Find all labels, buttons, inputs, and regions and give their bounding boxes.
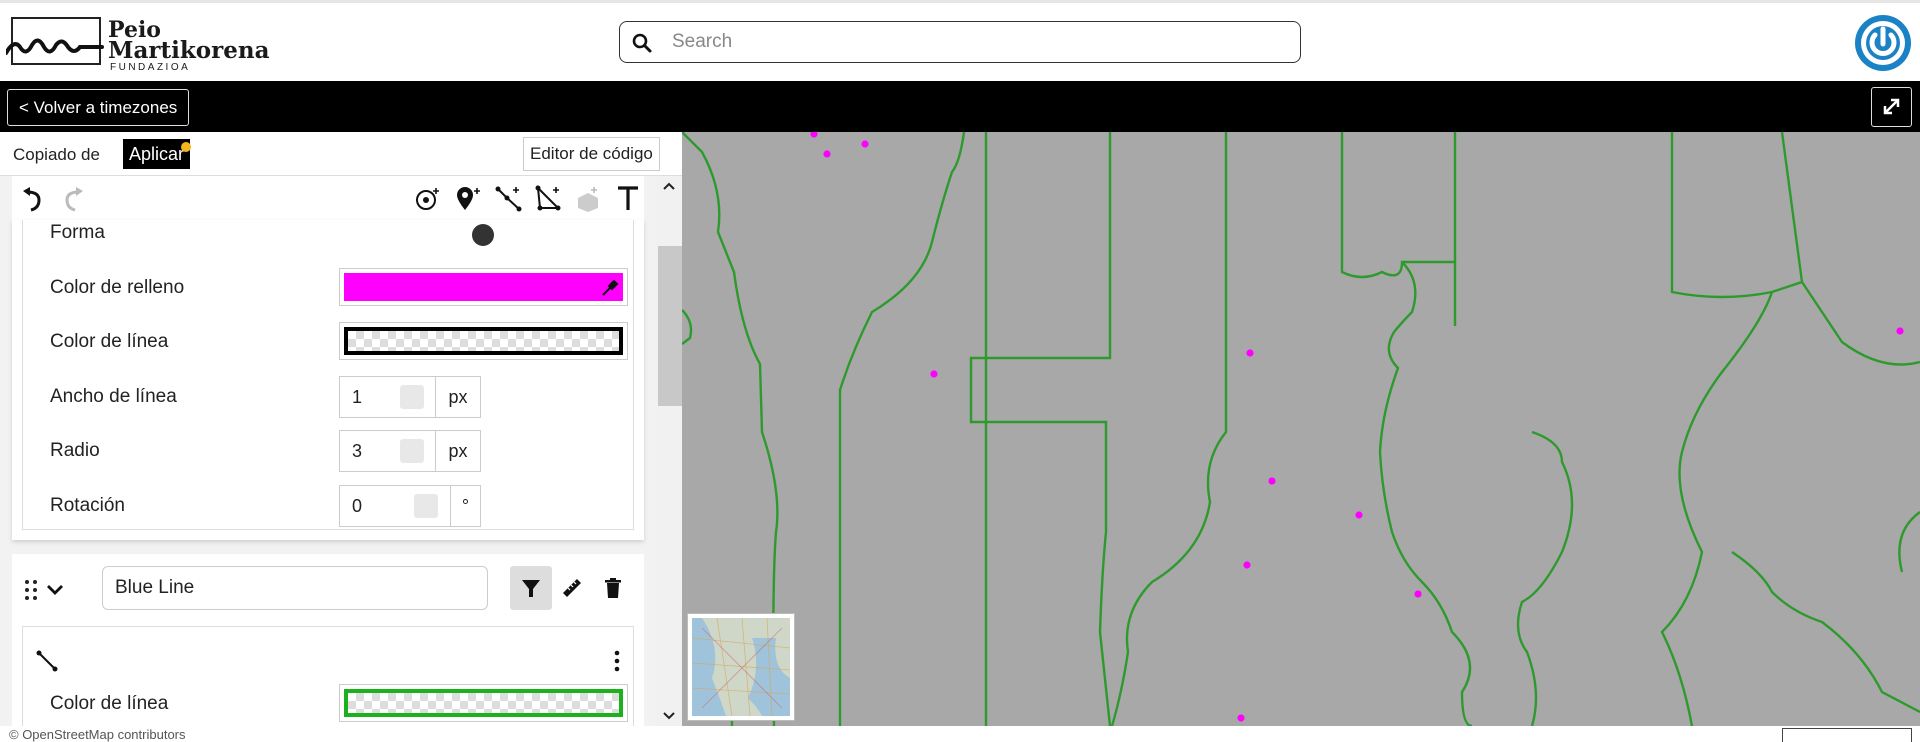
scroll-down-icon[interactable] bbox=[656, 706, 682, 726]
point-style-panel: Forma Color de relleno Color de línea An… bbox=[12, 220, 644, 540]
add-text-icon[interactable] bbox=[612, 182, 644, 214]
trash-icon[interactable] bbox=[600, 575, 626, 601]
add-3d-icon bbox=[578, 187, 598, 212]
app-header: Peio Martikorena FUNDAZIOA bbox=[0, 3, 1920, 81]
radius-spinner[interactable] bbox=[400, 439, 424, 463]
logo-subtitle: FUNDAZIOA bbox=[110, 62, 191, 73]
layer2-line-color-label: Color de línea bbox=[50, 693, 169, 714]
ruler-icon[interactable] bbox=[559, 575, 585, 601]
scrollbar-thumb[interactable] bbox=[658, 246, 682, 406]
draw-toolbar bbox=[12, 176, 644, 220]
layers-list: Forma Color de relleno Color de línea An… bbox=[0, 176, 656, 726]
minimap-tile bbox=[692, 618, 790, 716]
logo[interactable]: Peio Martikorena FUNDAZIOA bbox=[6, 15, 270, 73]
search-icon bbox=[632, 33, 652, 53]
timezone-borders bbox=[682, 132, 1920, 726]
sidebar-scrollbar[interactable] bbox=[656, 176, 682, 726]
line-width-spinner[interactable] bbox=[400, 385, 424, 409]
code-editor-button[interactable]: Editor de código bbox=[523, 137, 660, 171]
power-icon bbox=[1861, 21, 1905, 65]
editor-topbar: Copiado de Aplicar Editor de código bbox=[0, 132, 682, 176]
fullscreen-button[interactable] bbox=[1871, 87, 1912, 127]
apply-label: Aplicar bbox=[129, 144, 185, 164]
style-editor-sidebar: Copiado de Aplicar Editor de código Form… bbox=[0, 132, 682, 726]
power-button[interactable] bbox=[1855, 15, 1911, 71]
search-input[interactable] bbox=[672, 28, 1272, 56]
back-to-timezones-button[interactable]: < Volver a timezones bbox=[7, 89, 190, 126]
layer-name-input[interactable]: Blue Line bbox=[102, 566, 488, 610]
shape-label: Forma bbox=[50, 222, 105, 243]
line-color-picker[interactable] bbox=[339, 322, 628, 360]
rotation-spinner[interactable] bbox=[414, 494, 438, 518]
redo-icon[interactable] bbox=[57, 182, 89, 214]
map-navbar: < Volver a timezones bbox=[0, 81, 1920, 132]
add-point-icon[interactable] bbox=[412, 182, 444, 214]
logo-mark-icon bbox=[6, 17, 104, 65]
line-width-input[interactable]: 1 px bbox=[339, 376, 481, 418]
filter-button[interactable] bbox=[510, 566, 552, 610]
overview-minimap[interactable] bbox=[687, 613, 795, 721]
copied-from-label: Copiado de bbox=[13, 145, 100, 164]
radius-label: Radio bbox=[50, 440, 100, 461]
expand-icon bbox=[1883, 98, 1900, 115]
rotation-unit: ° bbox=[450, 486, 480, 526]
filter-icon bbox=[522, 580, 540, 597]
point-style-fields: Forma Color de relleno Color de línea An… bbox=[22, 220, 634, 530]
line-color-label: Color de línea bbox=[50, 331, 169, 352]
drag-handle-icon[interactable] bbox=[22, 578, 42, 604]
chevron-down-icon[interactable] bbox=[44, 578, 66, 600]
layer2-line-color-picker[interactable] bbox=[339, 684, 628, 722]
undo-icon[interactable] bbox=[17, 182, 49, 214]
apply-button[interactable]: Aplicar bbox=[123, 139, 192, 169]
scroll-up-icon[interactable] bbox=[656, 176, 682, 196]
line-style-fields: Color de línea bbox=[22, 626, 634, 726]
minimap-map-icon bbox=[692, 618, 790, 716]
logo-name-last: Martikorena bbox=[108, 37, 270, 64]
line-width-value: 1 bbox=[352, 387, 363, 407]
add-polygon-icon[interactable] bbox=[532, 182, 564, 214]
map-footer: © OpenStreetMap contributors bbox=[0, 726, 1920, 742]
rotation-label: Rotación bbox=[50, 495, 125, 516]
fill-color-swatch bbox=[344, 273, 623, 301]
line-color-swatch bbox=[344, 327, 623, 355]
rotation-value: 0 bbox=[352, 496, 363, 516]
rotation-input[interactable]: 0 ° bbox=[339, 485, 481, 527]
line-width-label: Ancho de línea bbox=[50, 386, 177, 407]
line-geometry-icon bbox=[36, 650, 58, 672]
layer2-line-color-swatch bbox=[344, 689, 623, 717]
more-options-icon[interactable] bbox=[612, 649, 622, 673]
unsaved-badge bbox=[181, 142, 192, 152]
fill-color-picker[interactable] bbox=[339, 268, 628, 306]
radius-value: 3 bbox=[352, 441, 363, 461]
add-line-icon[interactable] bbox=[492, 182, 524, 214]
radius-unit: px bbox=[435, 431, 480, 471]
circle-shape-icon[interactable] bbox=[472, 224, 494, 246]
map-points bbox=[810, 132, 1904, 722]
fill-color-label: Color de relleno bbox=[50, 277, 185, 298]
add-marker-icon[interactable] bbox=[452, 182, 484, 214]
map-canvas[interactable] bbox=[682, 132, 1920, 726]
search-bar bbox=[619, 21, 1301, 63]
eyedropper-icon[interactable] bbox=[600, 278, 620, 298]
layer-blue-line-panel: Blue Line Color de línea bbox=[12, 554, 644, 726]
radius-input[interactable]: 3 px bbox=[339, 430, 481, 472]
line-width-unit: px bbox=[435, 377, 480, 417]
